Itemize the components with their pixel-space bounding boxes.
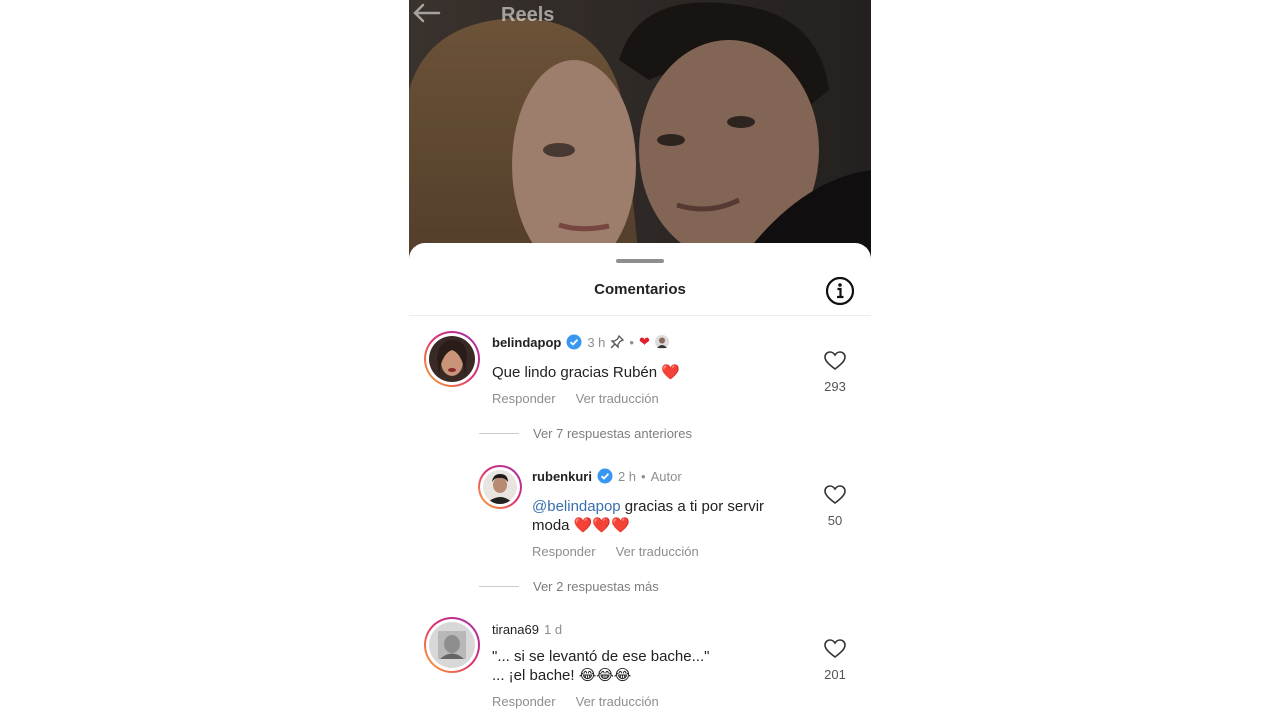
reply-button[interactable]: Responder: [492, 391, 556, 406]
heart-outline-icon[interactable]: [824, 639, 846, 659]
comment-username[interactable]: rubenkuri: [532, 469, 592, 484]
creator-liked-heart-icon: ❤: [638, 334, 650, 349]
comment-time: 2 h: [617, 468, 637, 484]
reel-image: [409, 0, 871, 262]
translate-button[interactable]: Ver traducción: [576, 694, 659, 709]
reply-button[interactable]: Responder: [532, 544, 596, 559]
comment-time: 3 h: [587, 334, 606, 350]
like-control: 293: [815, 351, 855, 394]
translate-button[interactable]: Ver traducción: [576, 391, 659, 406]
comment-time: 1 d: [543, 622, 563, 637]
separator-dot: •: [629, 334, 634, 350]
comment-meta: belindapop 3 h • ❤: [492, 334, 669, 350]
divider: [409, 315, 871, 316]
comment-actions: Responder Ver traducción: [492, 391, 659, 406]
arrow-left-icon[interactable]: [409, 0, 443, 26]
verified-badge-icon: [566, 334, 582, 350]
view-more-replies-button[interactable]: Ver 2 respuestas más: [479, 579, 659, 594]
reel-video-thumbnail[interactable]: Reels: [409, 0, 871, 262]
sheet-title: Comentarios: [594, 281, 686, 298]
comment-actions: Responder Ver traducción: [532, 544, 699, 559]
comments-sheet: Comentarios belindapop 3 h • ❤ Que lindo…: [409, 243, 871, 720]
like-control: 50: [815, 485, 855, 528]
comment-text-line1: gracias a ti por servir: [620, 498, 765, 515]
sheet-drag-handle[interactable]: [616, 259, 664, 263]
heart-outline-icon[interactable]: [824, 351, 846, 371]
avatar[interactable]: [478, 465, 522, 509]
info-icon[interactable]: [824, 275, 856, 307]
verified-badge-icon: [597, 468, 613, 484]
view-more-replies-label: Ver 2 respuestas más: [533, 579, 659, 594]
reply-button[interactable]: Responder: [492, 694, 556, 709]
creator-avatar-mini: [654, 335, 669, 349]
comment-text: "... si se levantó de ese bache..." ... …: [492, 647, 709, 685]
comment-meta: tirana69 1 d: [492, 622, 562, 637]
like-count: 201: [824, 667, 846, 682]
like-control: 201: [815, 639, 855, 682]
pin-icon: [610, 335, 625, 349]
like-count: 293: [824, 379, 846, 394]
comment-actions: Responder Ver traducción: [492, 694, 659, 709]
heart-outline-icon[interactable]: [824, 485, 846, 505]
comment-username[interactable]: tirana69: [492, 622, 539, 637]
comment-text-line2: ... ¡el bache! 😂😂😂: [492, 667, 632, 684]
like-count: 50: [827, 513, 843, 528]
top-bar: Reels: [409, 0, 871, 34]
page-title: Reels: [501, 4, 555, 26]
comment-text: @belindapop gracias a ti por servir moda…: [532, 497, 764, 535]
author-tag: Autor: [650, 468, 682, 484]
view-previous-replies-label: Ver 7 respuestas anteriores: [533, 426, 692, 441]
avatar[interactable]: [424, 331, 480, 387]
translate-button[interactable]: Ver traducción: [616, 544, 699, 559]
view-previous-replies-button[interactable]: Ver 7 respuestas anteriores: [479, 426, 692, 441]
comment-text-line1: "... si se levantó de ese bache...": [492, 648, 710, 665]
comment-username[interactable]: belindapop: [492, 335, 561, 350]
avatar[interactable]: [424, 617, 480, 673]
comment-text: Que lindo gracias Rubén ❤️: [492, 364, 680, 381]
mention-link[interactable]: @belindapop: [532, 498, 621, 515]
phone-screen: Reels Comentarios belindapop 3 h • ❤ Que…: [409, 0, 871, 720]
comment-text-line2: moda ❤️❤️❤️: [532, 517, 630, 534]
separator-dot: •: [641, 468, 646, 484]
comment-meta: rubenkuri 2 h • Autor: [532, 468, 682, 484]
